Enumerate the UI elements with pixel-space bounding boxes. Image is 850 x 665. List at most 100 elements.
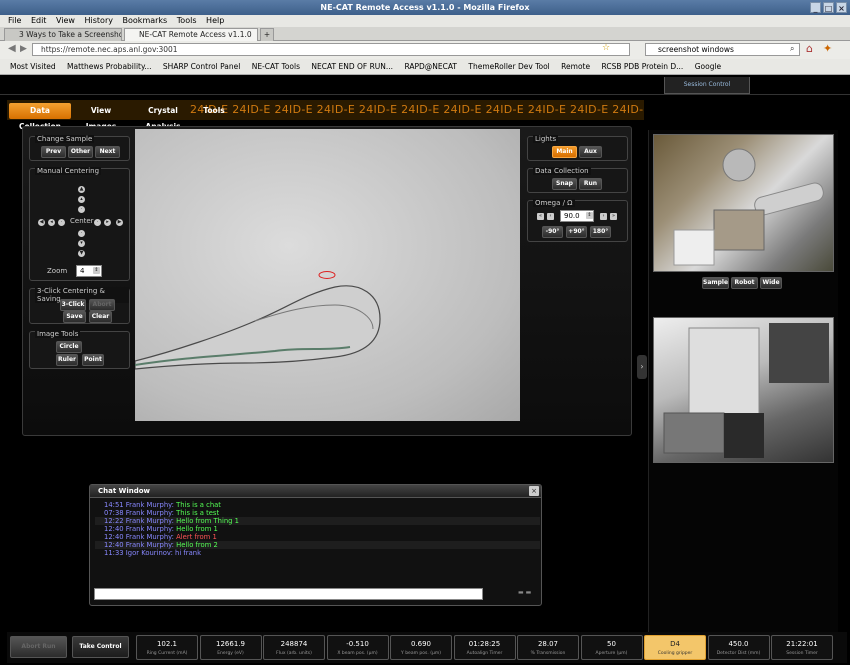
stat-box: 21:22:01 Session Timer [771, 635, 833, 660]
chat-message: 12:40 Frank Murphy: Alert from 1 [95, 533, 540, 541]
run-button[interactable]: Run [579, 178, 602, 190]
nav-data-collection[interactable]: Data Collection [9, 103, 71, 131]
omega-big-plus-icon[interactable]: » [610, 213, 617, 220]
robot-camera-view[interactable] [653, 134, 834, 272]
search-input[interactable]: screenshot windows [645, 43, 800, 56]
menu-view[interactable]: View [56, 16, 75, 25]
camera-tab-robot[interactable]: Robot [731, 277, 758, 289]
other-button[interactable]: Other [68, 146, 93, 158]
right-small-icon[interactable]: · [94, 219, 101, 226]
clear-button[interactable]: Clear [89, 311, 112, 323]
home-icon[interactable]: ⌂ [806, 42, 813, 55]
point-button[interactable]: Point [82, 354, 104, 366]
omega-spinner-icon[interactable]: ⇕ [586, 212, 593, 219]
bookmark-necat-end[interactable]: NECAT END OF RUN... [311, 62, 393, 71]
bookmark-sharp[interactable]: SHARP Control Panel [163, 62, 240, 71]
main-light-button[interactable]: Main [552, 146, 577, 158]
menu-bookmarks[interactable]: Bookmarks [123, 16, 168, 25]
omega-minus-icon[interactable]: ‹ [547, 213, 554, 220]
omega-plus-icon[interactable]: › [600, 213, 607, 220]
down-big-icon[interactable]: ▼ [78, 250, 85, 257]
bookmark-most-visited[interactable]: Most Visited [10, 62, 56, 71]
down-med-icon[interactable]: ▾ [78, 240, 85, 247]
left-med-icon[interactable]: ◂ [48, 219, 55, 226]
save-button[interactable]: Save [63, 311, 86, 323]
prev-button[interactable]: Prev [41, 146, 66, 158]
browser-tab-1[interactable]: 3 Ways to Take a Screenshot... [4, 28, 122, 41]
sample-camera-view[interactable] [135, 129, 520, 421]
stat-value: D4 [670, 640, 680, 648]
left-big-icon[interactable]: ◀ [38, 219, 45, 226]
back-icon[interactable]: ◀ [8, 43, 16, 54]
close-window-button[interactable]: × [836, 2, 847, 13]
camera-tab-sample[interactable]: Sample [702, 277, 729, 289]
maximize-button[interactable]: □ [823, 2, 834, 13]
chat-time: 14:51 [104, 501, 124, 509]
up-big-icon[interactable]: ▲ [78, 186, 85, 193]
chat-time: 12:40 [104, 533, 124, 541]
camera-tab-wide[interactable]: Wide [760, 277, 782, 289]
up-med-icon[interactable]: ▴ [78, 196, 85, 203]
menu-file[interactable]: File [8, 16, 21, 25]
stat-label: Ring Current (mA) [146, 651, 188, 656]
stat-label: Session Timer [786, 651, 818, 656]
bookmark-rcsb[interactable]: RCSB PDB Protein D... [602, 62, 684, 71]
chat-time: 11:33 [104, 549, 124, 557]
left-small-icon[interactable]: · [58, 219, 65, 226]
menu-edit[interactable]: Edit [31, 16, 47, 25]
new-tab-button[interactable]: + [260, 28, 274, 41]
zoom-spinner-icon[interactable]: ⇕ [93, 267, 100, 274]
browser-tab-2[interactable]: NE-CAT Remote Access v1.1.0 [124, 28, 258, 41]
omega-180-button[interactable]: 180° [590, 226, 611, 238]
omega-minus90-button[interactable]: -90° [542, 226, 563, 238]
menu-help[interactable]: Help [206, 16, 224, 25]
three-click-button[interactable]: 3-Click [60, 299, 86, 311]
down-small-icon[interactable]: · [78, 230, 85, 237]
aux-light-button[interactable]: Aux [579, 146, 602, 158]
menu-tools[interactable]: Tools [177, 16, 197, 25]
bookmark-rapd[interactable]: RAPD@NECAT [404, 62, 457, 71]
nav-tools[interactable]: Tools [199, 103, 229, 119]
hutch-camera-view[interactable] [653, 317, 834, 463]
omega-plus90-button[interactable]: +90° [566, 226, 587, 238]
chat-resize-icon[interactable]: ▬ ▬ [518, 589, 531, 596]
stat-label: Aperture (μm) [595, 651, 628, 656]
omega-group: Omega / Ω « ‹ 90.0 ⇕ › » -90° +90° 180° [527, 199, 628, 242]
circle-button[interactable]: Circle [56, 341, 82, 353]
center-label[interactable]: Center [70, 217, 94, 225]
ruler-button[interactable]: Ruler [56, 354, 78, 366]
chat-input[interactable] [94, 588, 483, 600]
bookmark-themeroller[interactable]: ThemeRoller Dev Tool [468, 62, 549, 71]
stat-label: Energy (eV) [217, 651, 244, 656]
omega-big-minus-icon[interactable]: « [537, 213, 544, 220]
chat-close-icon[interactable]: × [529, 486, 539, 496]
nav-crystal-analysis[interactable]: Crystal Analysis [131, 103, 195, 131]
panel-toggle-icon[interactable]: › [637, 355, 647, 379]
chat-message: 07:38 Frank Murphy: This is a test [95, 509, 540, 517]
snap-button[interactable]: Snap [552, 178, 577, 190]
next-button[interactable]: Next [95, 146, 120, 158]
bookmark-necat-tools[interactable]: NE-CAT Tools [252, 62, 300, 71]
chat-user: Frank Murphy: [125, 525, 174, 533]
star-icon[interactable]: ☆ [602, 43, 610, 53]
abort-run-button[interactable]: Abort Run [10, 636, 67, 658]
right-med-icon[interactable]: ▸ [104, 219, 111, 226]
take-control-button[interactable]: Take Control [72, 636, 129, 658]
session-control-tab[interactable]: Session Control [664, 77, 750, 94]
minimize-button[interactable]: _ [810, 2, 821, 13]
bookmark-google[interactable]: Google [695, 62, 721, 71]
abort-button[interactable]: Abort [89, 299, 115, 311]
forward-icon[interactable]: ▶ [20, 44, 27, 54]
nav-view-images[interactable]: View Images [75, 103, 127, 131]
up-small-icon[interactable]: · [78, 206, 85, 213]
chat-time: 12:22 [104, 517, 124, 525]
bookmark-matthews[interactable]: Matthews Probability... [67, 62, 151, 71]
addon-icon[interactable]: ✦ [823, 42, 832, 55]
stat-label: Cooling gripper [657, 651, 693, 656]
menu-history[interactable]: History [85, 16, 113, 25]
bookmark-remote[interactable]: Remote [561, 62, 590, 71]
right-big-icon[interactable]: ▶ [116, 219, 123, 226]
url-input[interactable]: https://remote.nec.aps.anl.gov:3001 [32, 43, 630, 56]
chat-user: Frank Murphy: [125, 533, 174, 541]
search-icon[interactable]: ⌕ [790, 44, 794, 54]
